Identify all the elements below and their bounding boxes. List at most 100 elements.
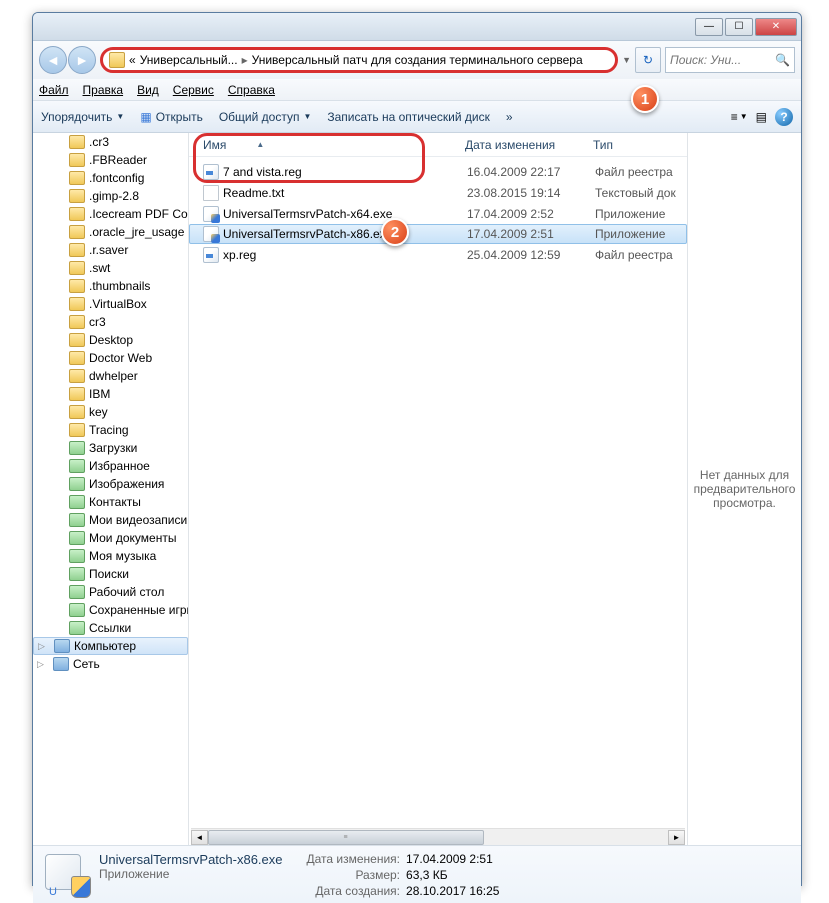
computer-icon xyxy=(54,639,70,653)
tree-item[interactable]: Поиски xyxy=(33,565,188,583)
tree-item-label: Загрузки xyxy=(89,441,137,455)
burn-button[interactable]: Записать на оптический диск xyxy=(327,110,490,124)
tree-item[interactable]: .cr3 xyxy=(33,133,188,151)
column-name[interactable]: Имя▲ xyxy=(197,138,459,152)
tree-item[interactable]: .Icecream PDF Co xyxy=(33,205,188,223)
tree-item[interactable]: Tracing xyxy=(33,421,188,439)
titlebar: — ☐ ✕ xyxy=(33,13,801,41)
folder-icon xyxy=(69,603,85,617)
address-dropdown-icon[interactable]: ▼ xyxy=(622,55,631,65)
expand-icon[interactable]: ▷ xyxy=(38,641,48,652)
file-row[interactable]: UniversalTermsrvPatch-x86.exe17.04.2009 … xyxy=(189,224,687,244)
search-box[interactable]: 🔍 xyxy=(665,47,795,73)
menu-tools[interactable]: Сервис xyxy=(173,83,214,97)
details-size-value: 63,3 КБ xyxy=(406,868,499,882)
refresh-button[interactable]: ↻ xyxy=(635,47,661,73)
breadcrumb-segment[interactable]: Универсальный... xyxy=(140,53,238,67)
tree-item[interactable]: Сохраненные игры xyxy=(33,601,188,619)
tree-item-label: .gimp-2.8 xyxy=(89,189,139,203)
scroll-thumb[interactable]: ≡ xyxy=(208,830,484,845)
tree-item-label: IBM xyxy=(89,387,110,401)
file-row[interactable]: xp.reg25.04.2009 12:59Файл реестра xyxy=(189,244,687,265)
help-button[interactable]: ? xyxy=(775,108,793,126)
folder-icon xyxy=(69,153,85,167)
back-button[interactable]: ◄ xyxy=(39,46,67,74)
tree-item[interactable]: key xyxy=(33,403,188,421)
search-icon[interactable]: 🔍 xyxy=(775,53,790,67)
more-button[interactable]: » xyxy=(506,110,513,124)
explorer-window: — ☐ ✕ ◄ ► « Универсальный... ▸ Универсал… xyxy=(32,12,802,886)
open-button[interactable]: ▦Открыть xyxy=(140,110,202,124)
tree-item[interactable]: dwhelper xyxy=(33,367,188,385)
tree-item[interactable]: .swt xyxy=(33,259,188,277)
annotation-badge-2: 2 xyxy=(381,218,409,246)
tree-item-label: Компьютер xyxy=(74,639,136,653)
column-date[interactable]: Дата изменения xyxy=(459,138,587,152)
chevron-right-icon[interactable]: ▸ xyxy=(242,53,248,67)
folder-icon xyxy=(69,135,85,149)
tree-item[interactable]: .r.saver xyxy=(33,241,188,259)
tree-item[interactable]: Мои документы xyxy=(33,529,188,547)
file-row[interactable]: Readme.txt23.08.2015 19:14Текстовый док xyxy=(189,182,687,203)
scroll-track[interactable]: ≡ xyxy=(208,830,668,845)
navigation-tree[interactable]: .cr3.FBReader.fontconfig .gimp-2.8 .Icecre… xyxy=(33,133,189,845)
menu-file[interactable]: Файл xyxy=(39,83,69,97)
column-type[interactable]: Тип xyxy=(587,138,687,152)
tree-item[interactable]: .fontconfig xyxy=(33,169,188,187)
tree-item[interactable]: Doctor Web xyxy=(33,349,188,367)
tree-item[interactable]: Загрузки xyxy=(33,439,188,457)
scroll-right-button[interactable]: ► xyxy=(668,830,685,845)
maximize-button[interactable]: ☐ xyxy=(725,18,753,36)
tree-item[interactable]: Контакты xyxy=(33,493,188,511)
tree-item[interactable]: Desktop xyxy=(33,331,188,349)
tree-item[interactable]: cr3 xyxy=(33,313,188,331)
folder-icon xyxy=(69,513,85,527)
view-mode-button[interactable]: ≡▼ xyxy=(731,110,748,124)
folder-icon xyxy=(69,585,85,599)
menu-edit[interactable]: Правка xyxy=(83,83,124,97)
menu-view[interactable]: Вид xyxy=(137,83,159,97)
tree-item-label: Ссылки xyxy=(89,621,131,635)
menu-help[interactable]: Справка xyxy=(228,83,275,97)
tree-item[interactable]: IBM xyxy=(33,385,188,403)
expand-icon[interactable]: ▷ xyxy=(37,659,47,670)
file-name: UniversalTermsrvPatch-x86.exe xyxy=(223,227,467,241)
tree-item[interactable]: Избранное xyxy=(33,457,188,475)
breadcrumb-prefix: « xyxy=(129,53,136,67)
organize-button[interactable]: Упорядочить▼ xyxy=(41,110,124,124)
horizontal-scrollbar[interactable]: ◄ ≡ ► xyxy=(191,828,685,845)
tree-item[interactable]: Изображения xyxy=(33,475,188,493)
tree-item[interactable]: .FBReader xyxy=(33,151,188,169)
file-row[interactable]: 7 and vista.reg16.04.2009 22:17Файл реес… xyxy=(189,161,687,182)
sort-arrow-icon: ▲ xyxy=(256,140,264,149)
file-list[interactable]: Имя▲ Дата изменения Тип 7 and vista.reg1… xyxy=(189,133,687,845)
scroll-left-button[interactable]: ◄ xyxy=(191,830,208,845)
folder-icon xyxy=(69,567,85,581)
close-button[interactable]: ✕ xyxy=(755,18,797,36)
tree-item[interactable]: Рабочий стол xyxy=(33,583,188,601)
tree-item-network[interactable]: ▷Сеть xyxy=(33,655,188,673)
minimize-button[interactable]: — xyxy=(695,18,723,36)
tree-item[interactable]: Ссылки xyxy=(33,619,188,637)
file-date: 17.04.2009 2:52 xyxy=(467,207,595,221)
tree-item[interactable]: .gimp-2.8 xyxy=(33,187,188,205)
tree-item-label: Сохраненные игры xyxy=(89,603,189,617)
tree-item-computer[interactable]: ▷ Компьютер xyxy=(33,637,188,655)
file-type: Приложение xyxy=(595,227,665,241)
tree-item-label: .thumbnails xyxy=(89,279,150,293)
tree-item[interactable]: .oracle_jre_usage xyxy=(33,223,188,241)
tree-item[interactable]: .VirtualBox xyxy=(33,295,188,313)
share-button[interactable]: Общий доступ▼ xyxy=(219,110,312,124)
address-bar[interactable]: « Универсальный... ▸ Универсальный патч … xyxy=(100,47,618,73)
preview-pane-button[interactable]: ▤ xyxy=(756,110,767,124)
tree-item[interactable]: Моя музыка xyxy=(33,547,188,565)
uac-shield-icon xyxy=(71,876,91,898)
tree-item[interactable]: .thumbnails xyxy=(33,277,188,295)
tree-item[interactable]: Мои видеозаписи xyxy=(33,511,188,529)
forward-button[interactable]: ► xyxy=(68,46,96,74)
file-name: Readme.txt xyxy=(223,186,467,200)
details-created-label: Дата создания: xyxy=(307,884,401,898)
search-input[interactable] xyxy=(670,53,790,67)
file-row[interactable]: UniversalTermsrvPatch-x64.exe17.04.2009 … xyxy=(189,203,687,224)
breadcrumb-segment[interactable]: Универсальный патч для создания терминал… xyxy=(252,53,583,67)
